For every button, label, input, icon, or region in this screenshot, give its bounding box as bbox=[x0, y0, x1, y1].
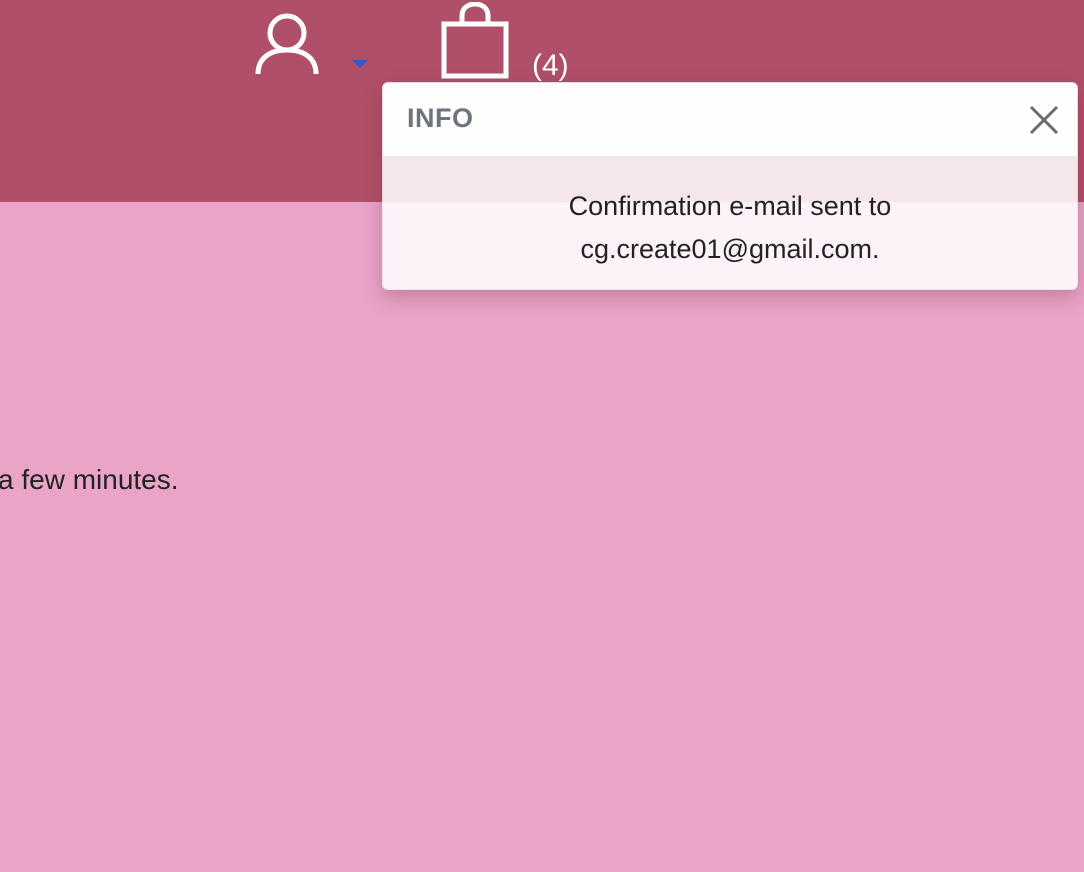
user-icon[interactable] bbox=[254, 8, 320, 76]
toast-message-line-2: cg.create01@gmail.com. bbox=[580, 234, 880, 264]
close-icon[interactable] bbox=[1027, 103, 1061, 137]
caret-down-icon[interactable] bbox=[350, 58, 370, 70]
shopping-bag-icon[interactable] bbox=[440, 2, 510, 80]
info-toast: INFO Confirmation e-mail sent to cg.crea… bbox=[382, 82, 1078, 290]
toast-message: Confirmation e-mail sent to cg.create01@… bbox=[383, 157, 1077, 289]
toast-title: INFO bbox=[407, 103, 474, 133]
page: a few minutes. (4) INFO Confirmation e-m… bbox=[0, 0, 1084, 872]
toast-header: INFO bbox=[383, 83, 1077, 157]
toast-message-line-1: Confirmation e-mail sent to bbox=[568, 191, 892, 221]
body-text: a few minutes. bbox=[0, 464, 179, 495]
cart-count[interactable]: (4) bbox=[532, 48, 569, 84]
main-content: a few minutes. bbox=[0, 202, 1084, 872]
